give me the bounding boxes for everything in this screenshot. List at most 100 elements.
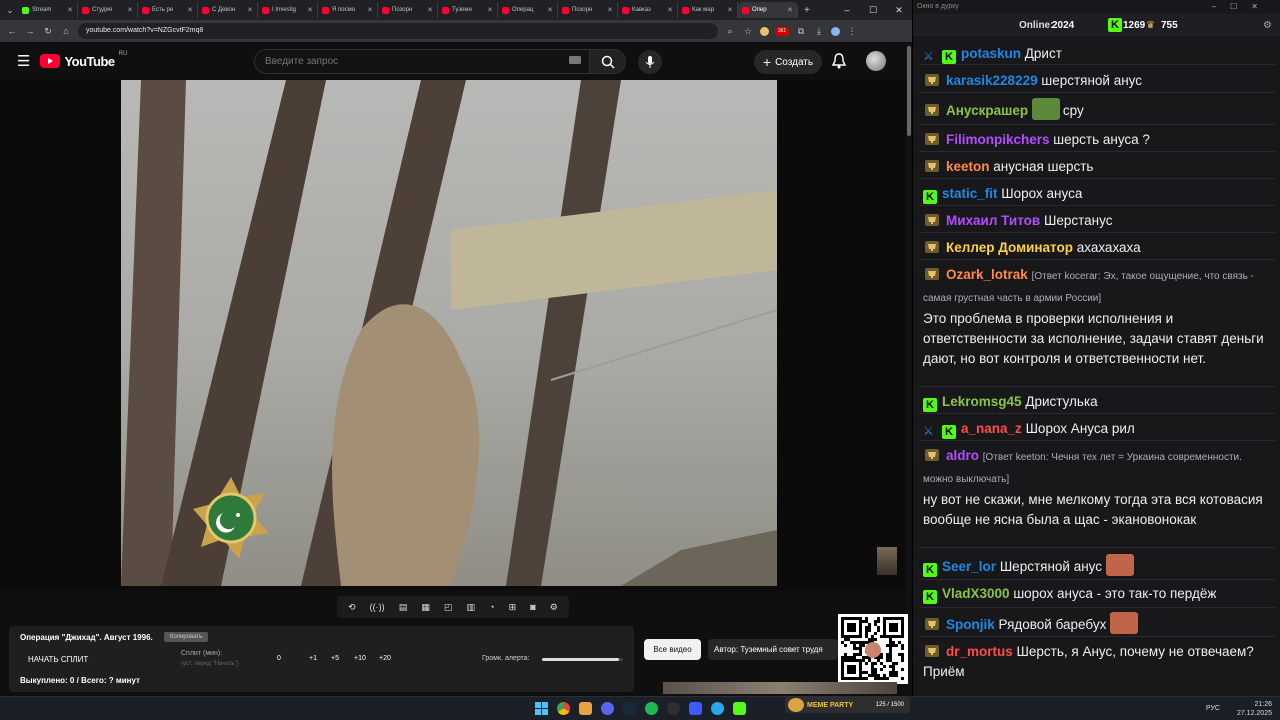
menu-icon[interactable]: ⋮ xyxy=(846,26,858,37)
add-screen-icon[interactable]: ⊞ xyxy=(509,602,517,613)
video-frame[interactable] xyxy=(121,80,777,586)
windows-start-icon[interactable] xyxy=(535,702,548,715)
extensions-icon[interactable]: ⧉ xyxy=(795,26,807,37)
voice-search-button[interactable] xyxy=(638,50,662,74)
minimize-icon[interactable]: – xyxy=(834,5,860,16)
broadcast-icon[interactable]: ((·)) xyxy=(370,602,385,612)
tab-close-icon[interactable]: ✕ xyxy=(787,6,793,14)
obs-icon[interactable] xyxy=(667,702,680,715)
chat-username[interactable]: a_nana_z xyxy=(961,421,1022,436)
side-thumbnail[interactable] xyxy=(877,547,897,575)
account-avatar[interactable] xyxy=(866,51,886,71)
kick-icon[interactable] xyxy=(733,702,746,715)
discord-icon[interactable] xyxy=(601,702,614,715)
speed-icon[interactable]: ◔ xyxy=(489,602,494,612)
download-icon[interactable]: ⤓ xyxy=(813,26,825,37)
chat-username[interactable]: Михаил Титов xyxy=(946,213,1040,228)
tray-language[interactable]: РУС xyxy=(1206,704,1220,713)
browser-tab[interactable]: Позорн ✕ xyxy=(378,2,438,18)
filmstrip-icon[interactable]: ▥ xyxy=(467,602,476,613)
split-add-5-button[interactable]: +5 xyxy=(331,655,339,662)
youtube-logo[interactable]: YouTube RU xyxy=(40,51,127,69)
browser-tab[interactable]: Операц ✕ xyxy=(498,2,558,18)
file-explorer-icon[interactable] xyxy=(579,702,592,715)
browser-tab[interactable]: Как мар ✕ xyxy=(678,2,738,18)
browser-tab[interactable]: Туземн ✕ xyxy=(438,2,498,18)
tray-time[interactable]: 21:26 xyxy=(1237,700,1272,709)
resize-icon[interactable]: ◰ xyxy=(444,602,453,613)
chat-username[interactable]: static_fit xyxy=(942,186,998,201)
chrome-icon[interactable] xyxy=(557,702,570,715)
url-field[interactable]: youtube.com/watch?v=NZGcvtF2mq8 xyxy=(78,23,718,39)
chat-username[interactable]: keeton xyxy=(946,159,990,174)
browser-tab[interactable]: С Девон ✕ xyxy=(198,2,258,18)
tab-close-icon[interactable]: ✕ xyxy=(67,6,73,14)
chat-username[interactable]: Filimonpikchers xyxy=(946,132,1050,147)
tab-close-icon[interactable]: ✕ xyxy=(487,6,493,14)
tab-close-icon[interactable]: ✕ xyxy=(547,6,553,14)
settings-gear-icon[interactable]: ⚙ xyxy=(550,602,558,613)
star-icon[interactable]: ☆ xyxy=(742,26,754,37)
forward-icon[interactable]: → xyxy=(24,26,36,36)
chat-username[interactable]: Ozark_lotrak xyxy=(946,267,1028,282)
back-icon[interactable]: ← xyxy=(6,26,18,36)
reload-icon[interactable]: ↻ xyxy=(42,26,54,37)
profile-icon[interactable] xyxy=(831,26,840,36)
tab-close-icon[interactable]: ✕ xyxy=(427,6,433,14)
chat-username[interactable]: Анускрашер xyxy=(946,103,1028,118)
extension-icon[interactable] xyxy=(760,26,769,36)
chat-window-controls[interactable]: –☐✕ xyxy=(1212,2,1272,11)
extension-badge-icon[interactable]: 361 xyxy=(775,26,789,36)
media-player-icon[interactable] xyxy=(689,702,702,715)
tab-list-icon[interactable]: ⌄ xyxy=(4,5,16,16)
author-chip[interactable]: Автор: Туземный совет трудя xyxy=(708,639,838,660)
chat-username[interactable]: Келлер Доминатор xyxy=(946,240,1073,255)
loop-icon[interactable]: ⟲ xyxy=(348,602,356,613)
hamburger-icon[interactable]: ☰ xyxy=(17,52,30,70)
browser-tab[interactable]: Кавказ ✕ xyxy=(618,2,678,18)
tab-close-icon[interactable]: ✕ xyxy=(367,6,373,14)
keyboard-icon[interactable] xyxy=(569,56,581,64)
chat-username[interactable]: VladX3000 xyxy=(942,586,1010,601)
browser-tab[interactable]: Опер ✕ xyxy=(738,2,798,18)
search-input[interactable] xyxy=(255,50,589,73)
tab-close-icon[interactable]: ✕ xyxy=(247,6,253,14)
close-icon[interactable]: ✕ xyxy=(886,5,912,16)
chat-username[interactable]: Lekromsg45 xyxy=(942,394,1022,409)
copy-button[interactable]: Копировать xyxy=(164,632,209,642)
chat-username[interactable]: dr_mortus xyxy=(946,644,1013,659)
home-icon[interactable]: ⌂ xyxy=(60,26,72,36)
chat-username[interactable]: Sponjik xyxy=(946,617,995,632)
start-split-button[interactable]: НАЧАТЬ СПЛИТ xyxy=(28,655,88,664)
split-add-1-button[interactable]: +1 xyxy=(309,655,317,662)
screenshot-icon[interactable]: ◙ xyxy=(530,602,535,612)
scrollbar-thumb[interactable] xyxy=(907,46,911,136)
watch-later-icon[interactable]: ▤ xyxy=(399,602,408,613)
tab-close-icon[interactable]: ✕ xyxy=(127,6,133,14)
zoom-icon[interactable]: ⌕ xyxy=(724,26,736,37)
tab-close-icon[interactable]: ✕ xyxy=(307,6,313,14)
tray-date[interactable]: 27.12.2025 xyxy=(1237,709,1272,718)
spotify-icon[interactable] xyxy=(645,702,658,715)
browser-tab[interactable]: Stream ✕ xyxy=(18,2,78,18)
chat-username[interactable]: potaskun xyxy=(961,46,1021,61)
alert-volume-slider[interactable] xyxy=(542,658,623,661)
browser-tab[interactable]: Я посмо ✕ xyxy=(318,2,378,18)
meme-party-widget[interactable]: MEME PARTY 125 / 1500 xyxy=(785,697,910,713)
tab-close-icon[interactable]: ✕ xyxy=(727,6,733,14)
create-button[interactable]: + Создать xyxy=(754,50,822,74)
next-video-thumbnail[interactable] xyxy=(663,682,897,694)
new-tab-button[interactable]: + xyxy=(804,5,810,16)
telegram-icon[interactable] xyxy=(711,702,724,715)
chat-username[interactable]: Seer_lor xyxy=(942,559,996,574)
tab-close-icon[interactable]: ✕ xyxy=(667,6,673,14)
video-player[interactable] xyxy=(0,80,906,590)
notifications-bell-icon[interactable] xyxy=(832,53,846,69)
split-add-20-button[interactable]: +20 xyxy=(379,655,391,662)
steam-icon[interactable] xyxy=(623,702,636,715)
chat-settings-icon[interactable]: ⚙ xyxy=(1263,20,1272,31)
browser-tab[interactable]: Позорн ✕ xyxy=(558,2,618,18)
browser-tab[interactable]: Студия ✕ xyxy=(78,2,138,18)
split-add-10-button[interactable]: +10 xyxy=(354,655,366,662)
tab-close-icon[interactable]: ✕ xyxy=(607,6,613,14)
